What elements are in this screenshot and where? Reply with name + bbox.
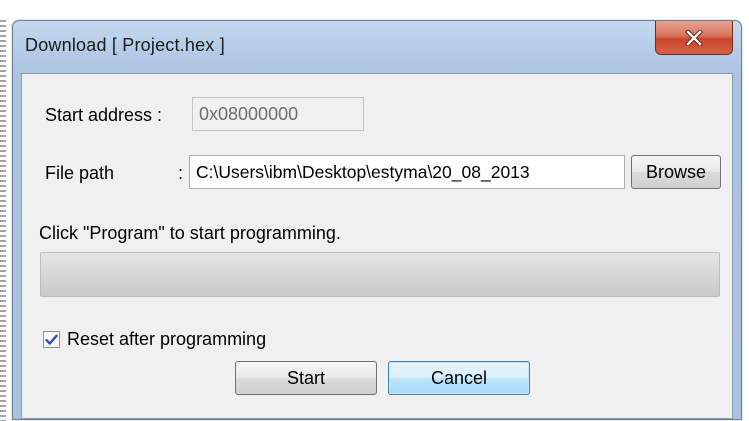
status-message: Click "Program" to start programming. <box>39 223 341 243</box>
background-window-edge <box>0 20 6 421</box>
cancel-button[interactable]: Cancel <box>388 361 530 395</box>
browse-button[interactable]: Browse <box>631 155 721 189</box>
desktop-background <box>0 0 749 20</box>
dialog-body: Start address : 0x08000000 File path : C… <box>21 73 733 419</box>
file-path-colon: : <box>178 163 184 183</box>
download-dialog: Download [ Project.hex ] Start address :… <box>12 20 742 420</box>
checkmark-icon <box>45 334 58 345</box>
close-button[interactable] <box>655 21 733 55</box>
start-address-label: Start address : <box>45 105 163 125</box>
reset-checkbox-label[interactable]: Reset after programming <box>67 329 266 350</box>
file-path-field[interactable]: C:\Users\ibm\Desktop\estyma\20_08_2013 <box>189 155 625 189</box>
window-title: Download [ Project.hex ] <box>25 35 225 55</box>
close-icon <box>685 29 703 46</box>
programming-progress-bar <box>40 252 720 297</box>
start-address-field[interactable]: 0x08000000 <box>192 97 364 131</box>
file-path-label: File path <box>45 163 115 183</box>
title-bar[interactable]: Download [ Project.hex ] <box>13 21 741 73</box>
start-button[interactable]: Start <box>235 361 377 395</box>
reset-checkbox[interactable] <box>43 331 60 348</box>
